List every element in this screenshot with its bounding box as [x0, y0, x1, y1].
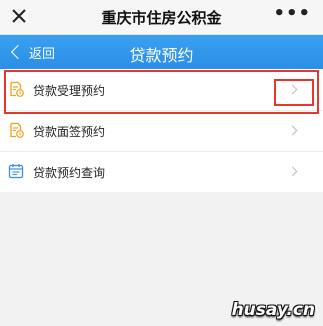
calendar-icon [8, 164, 24, 179]
page-title: 贷款预约 [129, 46, 194, 65]
chevron-right-icon [287, 84, 298, 95]
menu-item-label: 贷款面签预约 [33, 125, 106, 139]
more-dots-icon[interactable]: ••• [273, 3, 311, 24]
document-clock-icon [10, 122, 24, 138]
menu-item-loan-query[interactable]: 贷款预约查询 [0, 151, 323, 192]
top-bar: 重庆市住房公积金 ••• [0, 0, 323, 35]
menu-item-label: 贷款受理预约 [33, 84, 106, 98]
document-clock-icon [10, 81, 24, 97]
nav-bar: 返回 贷款预约 [0, 35, 323, 69]
watermark: husay.cn [231, 300, 315, 320]
menu-item-loan-signing[interactable]: 贷款面签预约 [0, 110, 323, 151]
menu-item-loan-acceptance[interactable]: 贷款受理预约 [0, 69, 323, 110]
menu-item-label: 贷款预约查询 [33, 166, 106, 180]
chevron-right-icon [287, 125, 298, 136]
menu-list: 贷款受理预约 贷款面签预约 贷款预约查询 [0, 69, 323, 192]
chevron-right-icon [287, 166, 298, 177]
